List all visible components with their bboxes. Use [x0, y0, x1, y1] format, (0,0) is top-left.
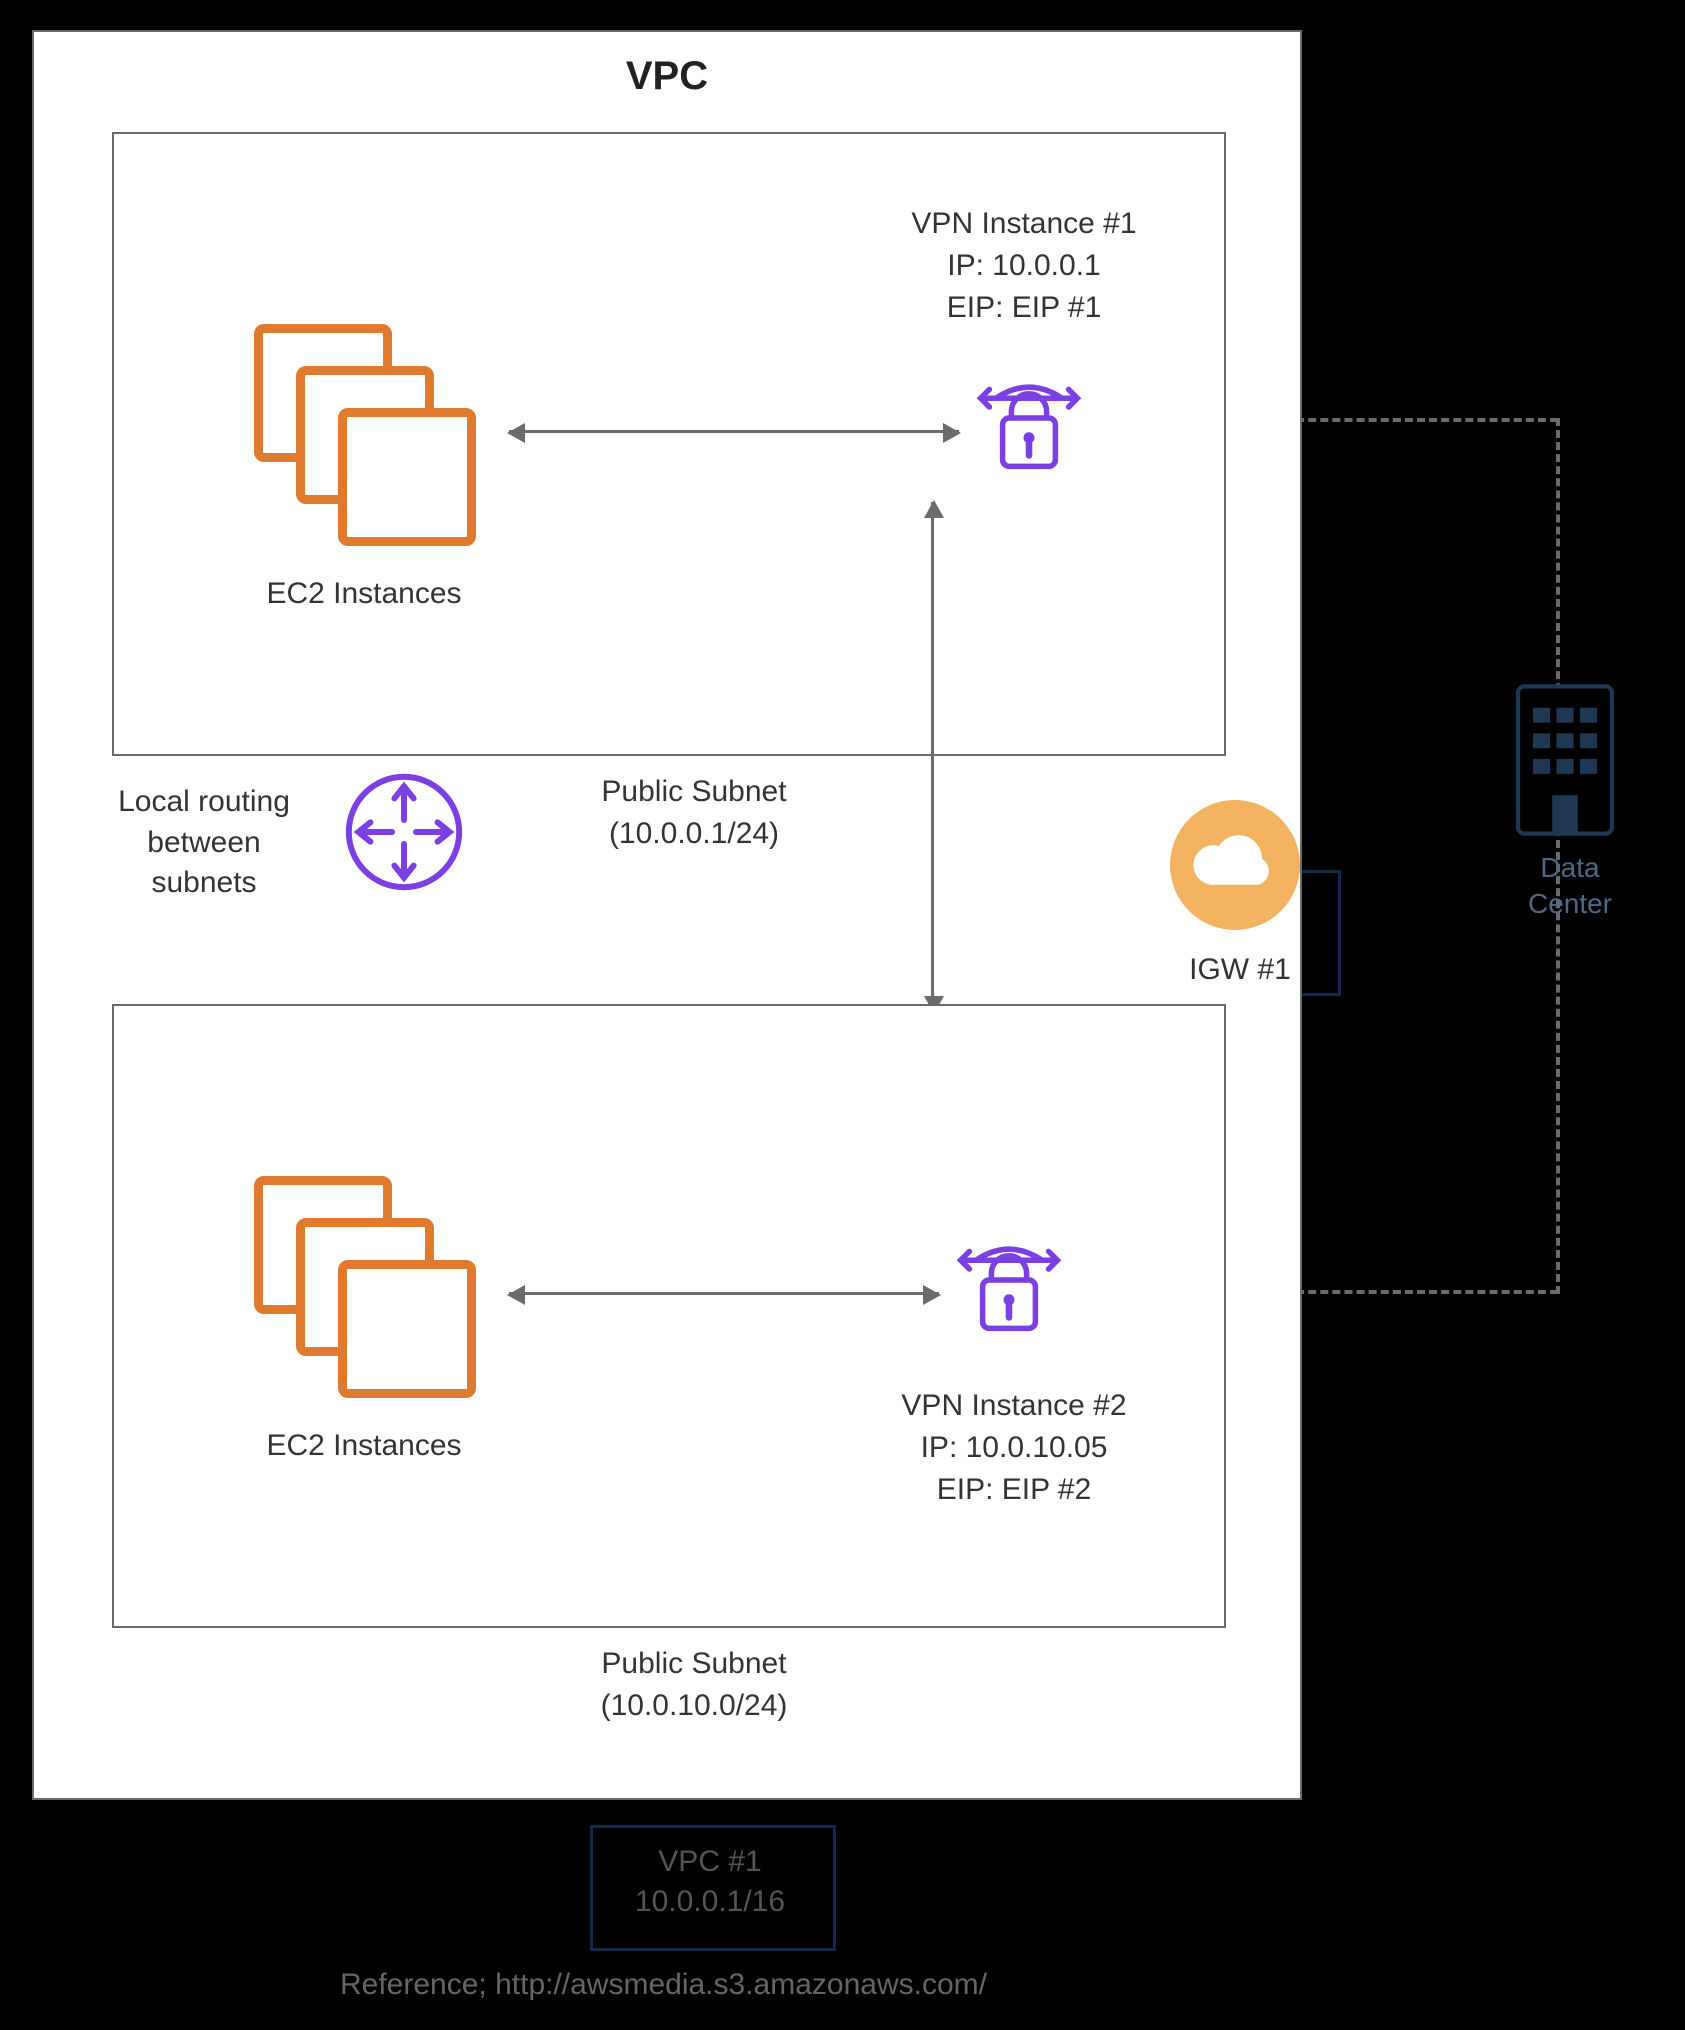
diagram-canvas: VPC EC2 Instances VPN Instance #1 IP: 10… [0, 0, 1685, 2030]
subnet-1-label-line2: (10.0.0.1/24) [544, 814, 844, 855]
subnet-2-label-line2: (10.0.10.0/24) [544, 1686, 844, 1727]
datacenter-icon [1510, 680, 1620, 845]
public-subnet-2: EC2 Instances VPN Instance #2 [112, 1004, 1226, 1628]
ec2-instances-label: EC2 Instances [234, 1426, 494, 1467]
vpc-container: VPC EC2 Instances VPN Instance #1 IP: 10… [32, 30, 1302, 1800]
vpc-title: VPC [34, 54, 1300, 99]
vpn-instance-1-title: VPN Instance #1 [874, 204, 1174, 245]
vpc-footer-line1: VPC #1 [590, 1845, 830, 1879]
ec2-instances-label: EC2 Instances [234, 574, 494, 615]
datacenter-label: Data Center [1510, 850, 1630, 923]
vpn-instance-1-eip: EIP: EIP #1 [874, 288, 1174, 329]
public-subnet-1: EC2 Instances VPN Instance #1 IP: 10.0.0… [112, 132, 1226, 756]
vpn-instance-2-ip: IP: 10.0.10.05 [854, 1428, 1174, 1469]
router-icon [344, 772, 464, 897]
double-arrow-icon [931, 502, 934, 1012]
ec2-instances-icon [254, 324, 474, 524]
vpn-instance-2-eip: EIP: EIP #2 [854, 1470, 1174, 1511]
subnet-1-label-line1: Public Subnet [544, 772, 844, 813]
reference-text: Reference; http://awsmedia.s3.amazonaws.… [340, 1968, 987, 2002]
double-arrow-icon [509, 1292, 939, 1295]
double-arrow-icon [509, 430, 959, 433]
local-routing-label: Local routing between subnets [74, 782, 334, 904]
vpn-instance-2-title: VPN Instance #2 [854, 1386, 1174, 1427]
igw-label: IGW #1 [1150, 950, 1330, 991]
internet-gateway-icon [1170, 800, 1300, 930]
ec2-instances-icon [254, 1176, 474, 1376]
vpn-gateway-icon [974, 374, 1084, 484]
vpn-gateway-icon [954, 1236, 1064, 1346]
vpn-instance-1-ip: IP: 10.0.0.1 [874, 246, 1174, 287]
vpc-footer-line2: 10.0.0.1/16 [590, 1885, 830, 1919]
subnet-2-label-line1: Public Subnet [544, 1644, 844, 1685]
